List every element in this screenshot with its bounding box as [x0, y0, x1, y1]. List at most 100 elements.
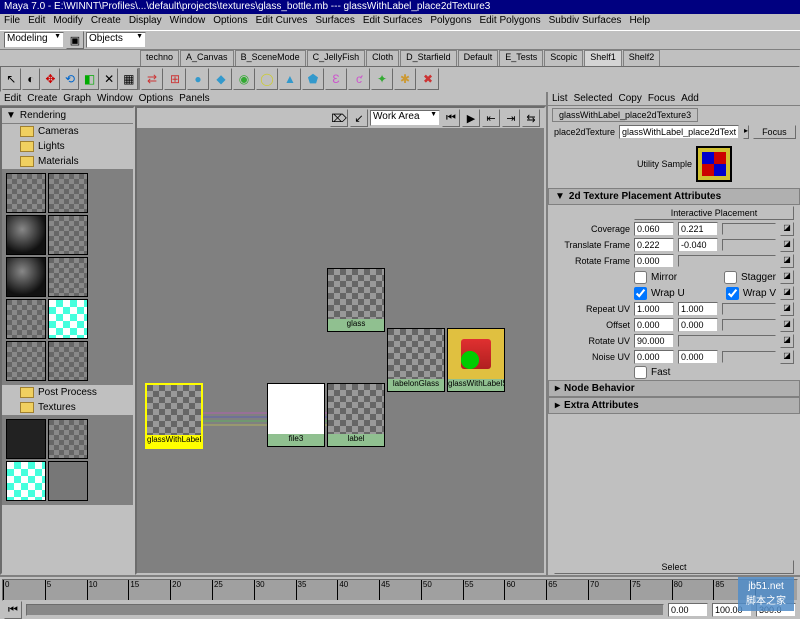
repeat-u-field[interactable] [634, 302, 674, 316]
shelf-tab-cloth[interactable]: Cloth [366, 50, 399, 66]
graph-node-label[interactable]: label [327, 383, 385, 447]
wrapu-checkbox[interactable] [634, 287, 647, 300]
menu-file[interactable]: File [4, 15, 20, 29]
toolbox-icon[interactable]: ▣ [66, 31, 84, 49]
map-icon[interactable]: ◪ [780, 286, 794, 300]
graph-node-labelonGlass[interactable]: labelonGlass [387, 328, 445, 392]
shelf-tab-d_starfield[interactable]: D_Starfield [400, 50, 457, 66]
hs-menu-panels[interactable]: Panels [179, 93, 210, 104]
graph-input-icon[interactable]: ⇤ [482, 109, 500, 127]
hs-menu-graph[interactable]: Graph [63, 93, 91, 104]
interactive-placement-button[interactable]: Interactive Placement [634, 206, 794, 220]
material-swatch[interactable] [48, 257, 88, 297]
material-swatch[interactable] [6, 299, 46, 339]
select-button[interactable]: Select [554, 560, 794, 574]
shelf-tab-shelf2[interactable]: Shelf2 [623, 50, 661, 66]
graph-node-glass[interactable]: glass [327, 268, 385, 332]
menu-edit-polygons[interactable]: Edit Polygons [479, 15, 540, 29]
rotate-tool-icon[interactable]: ⟲ [61, 68, 80, 90]
shelf-icon[interactable]: ⊞ [164, 68, 186, 90]
material-swatch[interactable] [6, 257, 46, 297]
wrapv-checkbox[interactable] [726, 287, 739, 300]
hs-menu-window[interactable]: Window [97, 93, 133, 104]
tree-item-cameras[interactable]: Cameras [2, 124, 133, 139]
slider[interactable] [678, 335, 776, 347]
shelf-icon[interactable]: ⬟ [302, 68, 324, 90]
texture-swatch[interactable] [48, 461, 88, 501]
section-placement[interactable]: ▼ 2d Texture Placement Attributes [548, 188, 800, 205]
ae-menu-selected[interactable]: Selected [574, 93, 613, 104]
section-extra[interactable]: ▸ Extra Attributes [548, 397, 800, 414]
shelf-icon[interactable]: Ɛ [325, 68, 347, 90]
shelf-icon[interactable]: ⇄ [141, 68, 163, 90]
ae-menu-list[interactable]: List [552, 93, 568, 104]
range-start-icon[interactable]: ⏮ [4, 601, 22, 619]
coverage-u-field[interactable] [634, 222, 674, 236]
rotate-frame-field[interactable] [634, 254, 674, 268]
menu-edit[interactable]: Edit [28, 15, 45, 29]
shelf-icon[interactable]: ƈ [348, 68, 370, 90]
tree-item-textures[interactable]: Textures [2, 400, 133, 415]
offset-u-field[interactable] [634, 318, 674, 332]
slider[interactable] [722, 223, 776, 235]
texture-swatch[interactable] [48, 419, 88, 459]
ae-menu-copy[interactable]: Copy [618, 93, 641, 104]
rotate-uv-field[interactable] [634, 334, 674, 348]
node-name-field[interactable] [619, 125, 739, 139]
coverage-v-field[interactable] [678, 222, 718, 236]
menu-help[interactable]: Help [629, 15, 650, 29]
ae-menu-focus[interactable]: Focus [648, 93, 675, 104]
fast-checkbox[interactable] [634, 366, 647, 379]
material-swatch[interactable] [48, 299, 88, 339]
play-icon[interactable]: ▶ [462, 109, 480, 127]
shelf-tab-techno[interactable]: techno [140, 50, 179, 66]
presets-icon[interactable]: ▸ [743, 125, 749, 139]
material-swatch[interactable] [6, 341, 46, 381]
graph-node-file3[interactable]: file3 [267, 383, 325, 447]
menu-display[interactable]: Display [129, 15, 162, 29]
shelf-icon[interactable]: ✖ [417, 68, 439, 90]
menu-edit-curves[interactable]: Edit Curves [256, 15, 308, 29]
slider[interactable] [678, 255, 776, 267]
menu-polygons[interactable]: Polygons [430, 15, 471, 29]
showhide-tool-icon[interactable]: ✕ [100, 68, 119, 90]
mirror-checkbox[interactable] [634, 271, 647, 284]
shelf-tab-default[interactable]: Default [458, 50, 499, 66]
shelf-tab-scopic[interactable]: Scopic [544, 50, 583, 66]
slider[interactable] [722, 351, 776, 363]
map-icon[interactable]: ◪ [780, 238, 794, 252]
shelf-tab-e_tests[interactable]: E_Tests [499, 50, 543, 66]
shelf-tab-c_jellyfish[interactable]: C_JellyFish [307, 50, 366, 66]
lasso-tool-icon[interactable]: ◐ [22, 68, 41, 90]
menu-edit-surfaces[interactable]: Edit Surfaces [363, 15, 422, 29]
render-tool-icon[interactable]: ▦ [119, 68, 138, 90]
menu-subdiv-surfaces[interactable]: Subdiv Surfaces [549, 15, 622, 29]
tree-header[interactable]: ▼ Rendering [2, 108, 133, 124]
menu-modify[interactable]: Modify [53, 15, 82, 29]
translate-u-field[interactable] [634, 238, 674, 252]
range-bar[interactable] [26, 604, 664, 616]
map-icon[interactable]: ◪ [780, 222, 794, 236]
hs-menu-edit[interactable]: Edit [4, 93, 21, 104]
mask-dropdown[interactable]: Objects [86, 32, 146, 48]
current-frame-field[interactable] [668, 603, 708, 617]
move-tool-icon[interactable]: ✥ [41, 68, 60, 90]
tree-item-lights[interactable]: Lights [2, 139, 133, 154]
rewind-icon[interactable]: ⏮ [442, 109, 460, 127]
texture-swatch[interactable] [6, 419, 46, 459]
range-slider[interactable]: ⏮ [0, 601, 800, 619]
shelf-tab-shelf1[interactable]: Shelf1 [584, 50, 622, 66]
mode-dropdown[interactable]: Modeling [4, 32, 64, 48]
tree-item-postprocess[interactable]: Post Process [2, 385, 133, 400]
ae-tab[interactable]: glassWithLabel_place2dTexture3 [552, 108, 698, 122]
menu-create[interactable]: Create [91, 15, 121, 29]
graph-node-glassWithLabel_p[interactable]: glassWithLabel_p [145, 383, 203, 449]
slider[interactable] [722, 239, 776, 251]
focus-button[interactable]: Focus [753, 125, 796, 139]
shelf-icon[interactable]: ● [187, 68, 209, 90]
material-swatch[interactable] [48, 215, 88, 255]
hs-menu-options[interactable]: Options [139, 93, 173, 104]
workarea-dropdown[interactable]: Work Area [370, 110, 440, 126]
shelf-icon[interactable]: ▲ [279, 68, 301, 90]
map-icon[interactable]: ◪ [780, 318, 794, 332]
